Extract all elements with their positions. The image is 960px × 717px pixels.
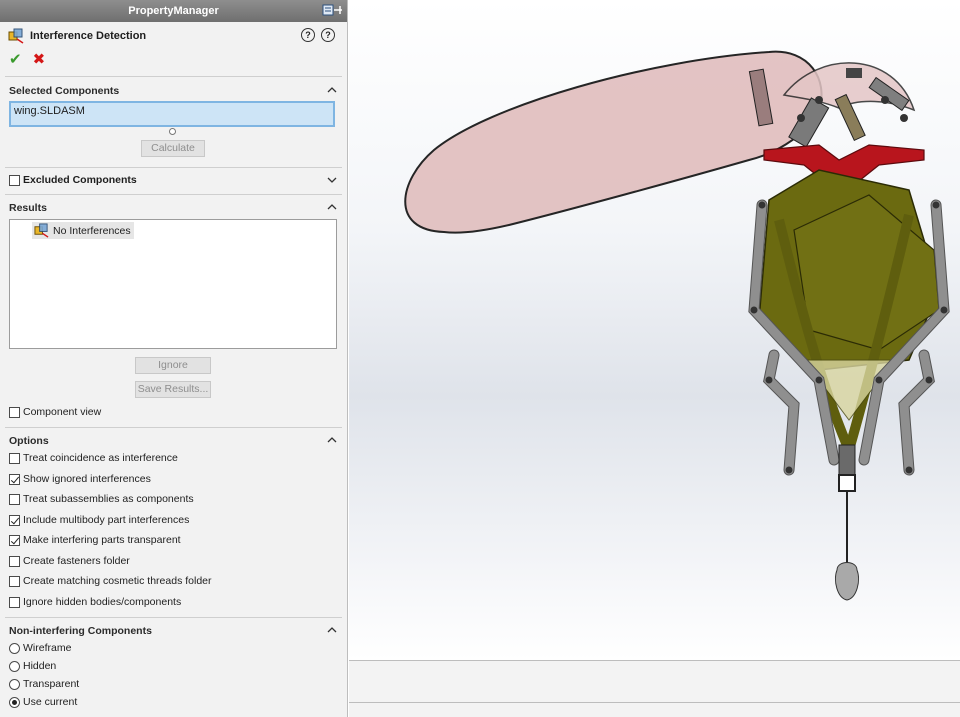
interference-detection-icon (8, 28, 24, 44)
option-label: Treat subassemblies as components (23, 493, 194, 505)
checkbox[interactable] (9, 493, 20, 505)
option-label: Show ignored interferences (23, 473, 151, 485)
feature-header: Interference Detection (8, 28, 146, 44)
pendulum[interactable] (834, 444, 860, 601)
component-view-toggle[interactable]: Component view (9, 406, 101, 418)
chevron-up-icon[interactable] (327, 626, 337, 634)
checkbox[interactable] (9, 473, 20, 485)
assembly-model[interactable] (349, 0, 960, 660)
graphics-bottom-bar (349, 660, 960, 717)
ok-cancel-bar: ✔ ✖ (9, 50, 45, 68)
option-ignore-hidden[interactable]: Ignore hidden bodies/components (9, 596, 181, 608)
property-manager-title: PropertyManager (128, 5, 219, 17)
divider (5, 194, 342, 195)
calculate-button[interactable]: Calculate (141, 140, 205, 157)
option-include-multibody[interactable]: Include multibody part interferences (9, 514, 189, 526)
chevron-down-icon[interactable] (327, 176, 337, 184)
option-label: Create matching cosmetic threads folder (23, 575, 212, 587)
radio-label: Wireframe (23, 642, 72, 654)
save-results-button[interactable]: Save Results... (135, 381, 211, 398)
property-manager-titlebar: PropertyManager (0, 0, 347, 22)
radio-transparent[interactable]: Transparent (9, 678, 79, 690)
divider (5, 427, 342, 428)
interference-detection-icon (34, 223, 49, 238)
list-item[interactable]: No Interferences (32, 222, 134, 239)
radio-button[interactable] (9, 660, 20, 672)
checkbox[interactable] (9, 514, 20, 526)
graphics-viewport[interactable] (349, 0, 960, 660)
property-manager-panel: PropertyManager Interference Detection ?… (0, 0, 348, 717)
excluded-components-checkbox[interactable] (9, 174, 20, 186)
section-title-selected-components: Selected Components (9, 85, 120, 97)
component-view-label: Component view (23, 406, 102, 418)
option-label: Treat coincidence as interference (23, 452, 178, 464)
radio-hidden[interactable]: Hidden (9, 660, 56, 672)
chevron-up-icon[interactable] (327, 436, 337, 444)
selected-components-list[interactable]: wing.SLDASM (9, 101, 335, 127)
option-label: Create fasteners folder (23, 555, 130, 567)
checkbox[interactable] (9, 596, 20, 608)
section-title-results: Results (9, 202, 47, 214)
radio-use-current[interactable]: Use current (9, 696, 77, 708)
radio-button[interactable] (9, 678, 20, 690)
radio-wireframe[interactable]: Wireframe (9, 642, 71, 654)
option-treat-subassemblies[interactable]: Treat subassemblies as components (9, 493, 194, 505)
checkbox[interactable] (9, 534, 20, 546)
pin-icon[interactable] (321, 3, 343, 18)
checkmark-icon[interactable]: ✔ (9, 50, 22, 68)
component-view-checkbox[interactable] (9, 406, 20, 418)
help-icons: ? ? (301, 28, 335, 42)
option-make-transparent[interactable]: Make interfering parts transparent (9, 534, 181, 546)
selected-component-item[interactable]: wing.SLDASM (14, 105, 85, 117)
chevron-up-icon[interactable] (327, 203, 337, 211)
option-cosmetic-threads-folder[interactable]: Create matching cosmetic threads folder (9, 575, 212, 587)
option-label: Ignore hidden bodies/components (23, 596, 182, 608)
radio-button[interactable] (9, 642, 20, 654)
excluded-components-toggle[interactable]: Excluded Components (9, 174, 137, 186)
divider (5, 167, 342, 168)
result-label: No Interferences (53, 224, 131, 237)
feature-title: Interference Detection (30, 30, 147, 42)
excluded-components-label: Excluded Components (23, 174, 137, 186)
radio-label: Hidden (23, 660, 57, 672)
divider (5, 617, 342, 618)
checkbox[interactable] (9, 452, 20, 464)
whats-new-icon[interactable]: ? (301, 28, 315, 42)
radio-button[interactable] (9, 696, 20, 708)
option-treat-coincidence[interactable]: Treat coincidence as interference (9, 452, 178, 464)
section-title-options: Options (9, 435, 49, 447)
option-create-fasteners-folder[interactable]: Create fasteners folder (9, 555, 130, 567)
resize-handle-icon[interactable] (169, 128, 176, 135)
radio-label: Transparent (23, 678, 80, 690)
ignore-button[interactable]: Ignore (135, 357, 211, 374)
option-label: Make interfering parts transparent (23, 534, 181, 546)
olive-body[interactable] (758, 169, 940, 452)
option-label: Include multibody part interferences (23, 514, 190, 526)
chevron-up-icon[interactable] (327, 86, 337, 94)
checkbox[interactable] (9, 575, 20, 587)
radio-label: Use current (23, 696, 78, 708)
divider (5, 76, 342, 77)
checkbox[interactable] (9, 555, 20, 567)
section-title-non-interfering: Non-interfering Components (9, 625, 152, 637)
option-show-ignored[interactable]: Show ignored interferences (9, 473, 151, 485)
close-icon[interactable]: ✖ (33, 50, 46, 68)
help-icon[interactable]: ? (321, 28, 335, 42)
results-list[interactable]: No Interferences (9, 219, 337, 349)
